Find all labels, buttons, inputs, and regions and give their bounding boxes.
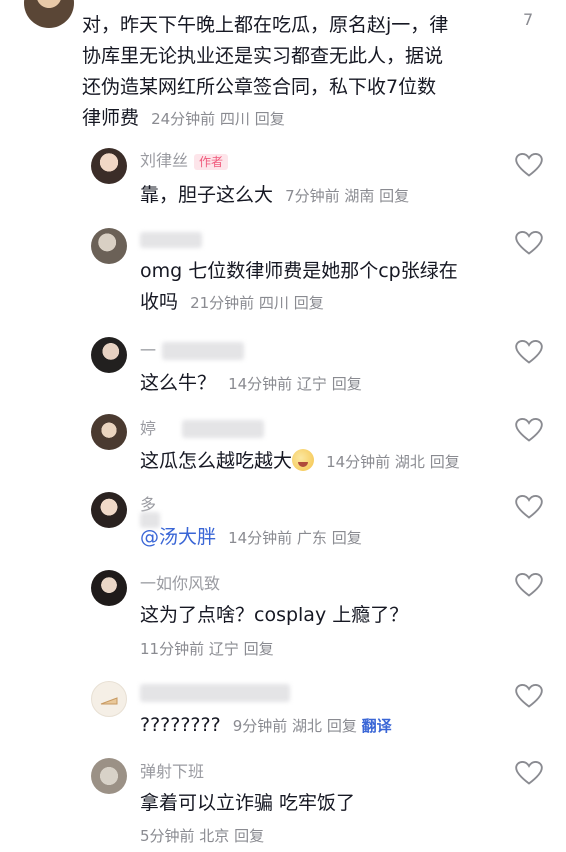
reply-text-line: 这瓜怎么越吃越大: [140, 450, 293, 472]
reply-username[interactable]: 一如你风致: [140, 573, 220, 595]
reply-button[interactable]: 回复: [255, 110, 285, 128]
timestamp-location: 11分钟前 辽宁: [140, 640, 239, 658]
reply-meta: 5分钟前 北京 回复: [140, 825, 264, 847]
timestamp-location: 7分钟前 湖南: [285, 187, 375, 205]
reply-button[interactable]: 回复: [234, 827, 264, 845]
top-comment-text-end: 律师费: [82, 107, 140, 129]
blurred-username: [162, 342, 244, 360]
reply-text: 这么牛？ 14分钟前 辽宁 回复: [140, 368, 362, 399]
heart-outline-icon[interactable]: [515, 417, 543, 443]
timestamp-location: 14分钟前 广东: [228, 529, 327, 547]
avatar[interactable]: [91, 492, 127, 528]
heart-outline-icon[interactable]: [515, 494, 543, 520]
author-badge: 作者: [194, 153, 229, 170]
reply-button[interactable]: 回复: [430, 453, 460, 471]
blurred-username: [140, 684, 290, 702]
heart-outline-icon[interactable]: [515, 572, 543, 598]
reply-meta: 11分钟前 辽宁 回复: [140, 638, 274, 660]
reply-text: 收吗 21分钟前 四川 回复: [140, 287, 324, 318]
reply-text-line: 这么牛？: [140, 372, 217, 394]
reply-username[interactable]: 刘律丝 作者: [140, 150, 229, 172]
reply-text-line: 靠，胆子这么大: [140, 184, 274, 206]
reply-button[interactable]: 回复: [244, 640, 274, 658]
timestamp-location: 9分钟前 湖北: [232, 717, 323, 735]
reply-username[interactable]: 弹射下班: [140, 761, 204, 783]
reply-button[interactable]: 回复: [332, 529, 362, 547]
avatar[interactable]: [91, 414, 127, 450]
heart-outline-icon[interactable]: [515, 230, 543, 256]
reply-button[interactable]: 回复: [379, 187, 409, 205]
timestamp-location: 14分钟前 辽宁: [228, 375, 327, 393]
heart-outline-icon[interactable]: [515, 760, 543, 786]
top-comment-line-2: 协库里无论执业还是实习都查无此人，据说: [82, 45, 444, 67]
top-comment-line-1: 对，昨天下午晚上都在吃瓜，原名赵j一，律: [82, 14, 449, 36]
avatar[interactable]: [91, 148, 127, 184]
reply-text: @汤大胖 14分钟前 广东 回复: [140, 522, 362, 553]
like-count: 7: [523, 10, 534, 29]
blurred-username: [182, 420, 264, 438]
timestamp-location: 5分钟前 北京: [140, 827, 230, 845]
avatar[interactable]: [91, 228, 127, 264]
timestamp-location: 24分钟前 四川: [151, 110, 250, 128]
username-text: 刘律丝: [140, 151, 189, 170]
blurred-username: [140, 232, 202, 248]
heart-outline-icon[interactable]: [515, 152, 543, 178]
heart-outline-icon[interactable]: [515, 683, 543, 709]
avatar[interactable]: [24, 0, 74, 28]
reply-text-line: 收吗: [140, 291, 179, 313]
crying-face-emoji: [292, 449, 315, 471]
timestamp-location: 14分钟前 湖北: [326, 453, 425, 471]
reply-button[interactable]: 回复: [327, 717, 357, 735]
reply-username[interactable]: 婷: [140, 418, 156, 440]
reply-text: ???????? 9分钟前 湖北 回复 翻译: [140, 710, 392, 741]
top-comment-line-4: 律师费 24分钟前 四川 回复: [82, 103, 285, 134]
reply-text-line: omg 七位数律师费是她那个cp张绿在: [140, 260, 458, 282]
reply-text: 靠，胆子这么大 7分钟前 湖南 回复: [140, 180, 409, 211]
reply-text-line: 这为了点啥？cosplay 上瘾了？: [140, 604, 409, 626]
avatar[interactable]: [91, 337, 127, 373]
reply-button[interactable]: 回复: [332, 375, 362, 393]
reply-username[interactable]: 一: [140, 340, 156, 362]
heart-outline-icon[interactable]: [515, 339, 543, 365]
timestamp-location: 21分钟前 四川: [190, 294, 289, 312]
reply-text-line: 拿着可以立诈骗 吃牢饭了: [140, 792, 356, 814]
cake-slice-icon: [100, 697, 118, 705]
reply-button[interactable]: 回复: [294, 294, 324, 312]
mention-link[interactable]: @汤大胖: [140, 526, 216, 548]
avatar[interactable]: [91, 681, 127, 717]
top-comment-line-3: 还伪造某网红所公章签合同，私下收7位数: [82, 76, 437, 98]
avatar[interactable]: [91, 570, 127, 606]
reply-text: 这瓜怎么越吃越大 14分钟前 湖北 回复: [140, 446, 460, 477]
translate-button[interactable]: 翻译: [362, 717, 392, 735]
avatar[interactable]: [91, 758, 127, 794]
reply-text-line: ????????: [140, 714, 221, 736]
